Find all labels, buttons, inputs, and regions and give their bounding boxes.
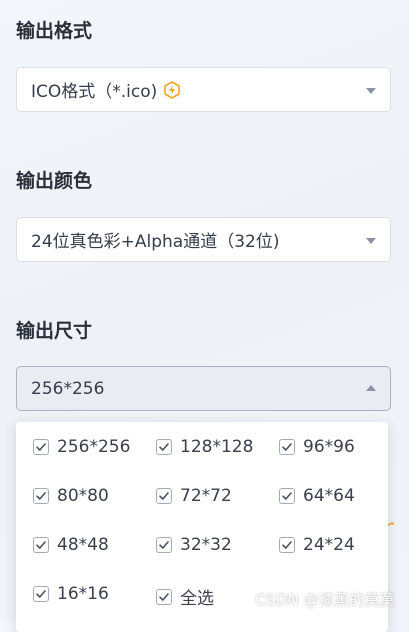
size-option-80[interactable]: 80*80 <box>33 486 109 506</box>
output-size-value: 256*256 <box>31 378 105 399</box>
size-option-64[interactable]: 64*64 <box>279 486 355 506</box>
output-color-label: 输出颜色 <box>16 170 93 192</box>
output-size-select[interactable]: 256*256 <box>16 366 391 411</box>
size-option-label: 80*80 <box>57 486 109 506</box>
size-option-label: 24*24 <box>303 535 355 555</box>
select-all-label: 全选 <box>180 589 214 609</box>
checkbox-icon[interactable] <box>279 537 295 553</box>
chevron-down-icon <box>366 237 376 244</box>
checkbox-icon[interactable] <box>33 586 49 602</box>
size-option-32[interactable]: 32*32 <box>156 535 232 555</box>
select-all-option[interactable]: 全选 <box>156 584 214 609</box>
output-color-select[interactable]: 24位真色彩+Alpha通道（32位) <box>16 217 391 262</box>
chevron-up-icon <box>366 384 376 391</box>
size-option-label: 64*64 <box>303 486 355 506</box>
size-option-label: 128*128 <box>180 437 254 457</box>
output-size-label: 输出尺寸 <box>16 320 93 342</box>
chevron-down-icon <box>366 87 376 94</box>
output-format-value: ICO格式（*.ico) <box>31 82 158 102</box>
checkbox-icon[interactable] <box>279 439 295 455</box>
vip-lightning-icon <box>163 80 181 99</box>
size-option-48[interactable]: 48*48 <box>33 535 109 555</box>
size-option-128[interactable]: 128*128 <box>156 437 253 457</box>
checkbox-icon[interactable] <box>156 588 172 605</box>
size-option-24[interactable]: 24*24 <box>279 535 355 555</box>
checkbox-icon[interactable] <box>279 488 295 504</box>
size-option-label: 256*256 <box>57 437 131 457</box>
output-format-label: 输出格式 <box>16 20 93 42</box>
size-option-label: 48*48 <box>57 535 109 555</box>
size-option-256[interactable]: 256*256 <box>33 437 130 457</box>
checkbox-icon[interactable] <box>33 488 49 504</box>
checkbox-icon[interactable] <box>33 439 49 455</box>
size-option-16[interactable]: 16*16 <box>33 584 109 604</box>
watermark: CSDN @漆黑的莫莫 <box>255 591 395 609</box>
checkbox-icon[interactable] <box>156 488 172 504</box>
size-option-label: 32*32 <box>180 535 232 555</box>
size-option-label: 96*96 <box>303 437 355 457</box>
size-option-label: 72*72 <box>180 486 232 506</box>
size-option-96[interactable]: 96*96 <box>279 437 355 457</box>
output-color-value: 24位真色彩+Alpha通道（32位) <box>31 232 280 252</box>
checkbox-icon[interactable] <box>33 537 49 553</box>
size-option-label: 16*16 <box>57 584 109 604</box>
output-format-select[interactable]: ICO格式（*.ico) <box>16 67 391 112</box>
checkbox-icon[interactable] <box>156 439 172 455</box>
size-option-72[interactable]: 72*72 <box>156 486 232 506</box>
checkbox-icon[interactable] <box>156 537 172 553</box>
